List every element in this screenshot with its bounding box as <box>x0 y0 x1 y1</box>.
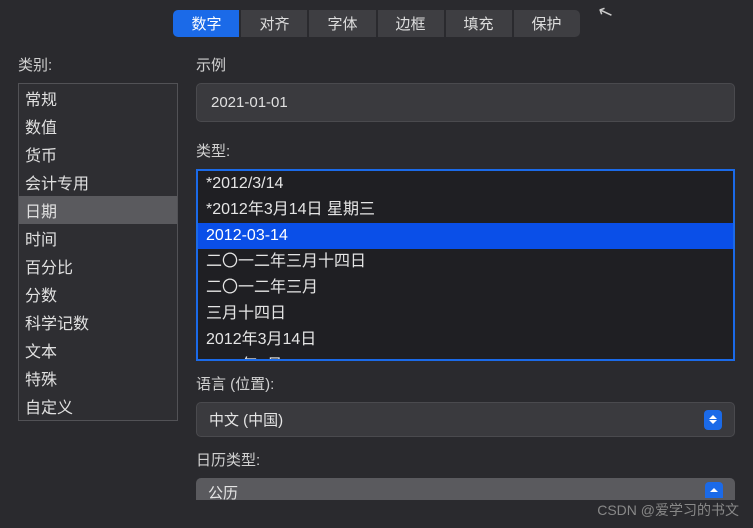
language-select[interactable]: 中文 (中国) <box>196 402 735 437</box>
tab-number[interactable]: 数字 <box>173 10 239 37</box>
cat-item-currency[interactable]: 货币 <box>19 140 177 168</box>
cat-item-accounting[interactable]: 会计专用 <box>19 168 177 196</box>
tab-protect[interactable]: 保护 <box>514 10 580 37</box>
category-label: 类别: <box>18 54 178 75</box>
example-label: 示例 <box>196 54 735 75</box>
type-item[interactable]: 2012年3月 <box>198 353 733 361</box>
cat-item-custom[interactable]: 自定义 <box>19 392 177 420</box>
example-value: 2021-01-01 <box>196 83 735 122</box>
type-item[interactable]: 二〇一二年三月十四日 <box>198 249 733 275</box>
category-list[interactable]: 常规 数值 货币 会计专用 日期 时间 百分比 分数 科学记数 文本 特殊 自定… <box>18 83 178 421</box>
type-item[interactable]: 二〇一二年三月 <box>198 275 733 301</box>
cat-item-number[interactable]: 数值 <box>19 112 177 140</box>
cat-item-date[interactable]: 日期 <box>19 196 177 224</box>
cat-item-scientific[interactable]: 科学记数 <box>19 308 177 336</box>
cat-item-general[interactable]: 常规 <box>19 84 177 112</box>
cat-item-text[interactable]: 文本 <box>19 336 177 364</box>
main-content: 类别: 常规 数值 货币 会计专用 日期 时间 百分比 分数 科学记数 文本 特… <box>0 42 753 522</box>
type-list[interactable]: *2012/3/14 *2012年3月14日 星期三 2012-03-14 二〇… <box>196 169 735 361</box>
calendar-label: 日历类型: <box>196 449 735 470</box>
language-value: 中文 (中国) <box>209 409 283 430</box>
cat-item-special[interactable]: 特殊 <box>19 364 177 392</box>
cat-item-time[interactable]: 时间 <box>19 224 177 252</box>
watermark: CSDN @爱学习的书文 <box>597 500 739 520</box>
tab-border[interactable]: 边框 <box>378 10 444 37</box>
tab-align[interactable]: 对齐 <box>241 10 307 37</box>
cat-item-fraction[interactable]: 分数 <box>19 280 177 308</box>
type-label: 类型: <box>196 140 735 161</box>
stepper-icon <box>705 482 723 498</box>
cat-item-percent[interactable]: 百分比 <box>19 252 177 280</box>
language-label: 语言 (位置): <box>196 373 735 394</box>
calendar-value: 公历 <box>208 482 238 500</box>
type-item[interactable]: 三月十四日 <box>198 301 733 327</box>
type-item[interactable]: 2012年3月14日 <box>198 327 733 353</box>
left-panel: 类别: 常规 数值 货币 会计专用 日期 时间 百分比 分数 科学记数 文本 特… <box>18 54 178 512</box>
right-panel: 示例 2021-01-01 类型: *2012/3/14 *2012年3月14日… <box>196 54 735 512</box>
stepper-icon <box>704 410 722 430</box>
calendar-select[interactable]: 公历 <box>196 478 735 500</box>
type-item[interactable]: *2012/3/14 <box>198 171 733 197</box>
tab-fill[interactable]: 填充 <box>446 10 512 37</box>
tab-bar: 数字 对齐 字体 边框 填充 保护 <box>0 0 753 42</box>
type-item-selected[interactable]: 2012-03-14 <box>198 223 733 249</box>
tab-font[interactable]: 字体 <box>309 10 375 37</box>
type-item[interactable]: *2012年3月14日 星期三 <box>198 197 733 223</box>
